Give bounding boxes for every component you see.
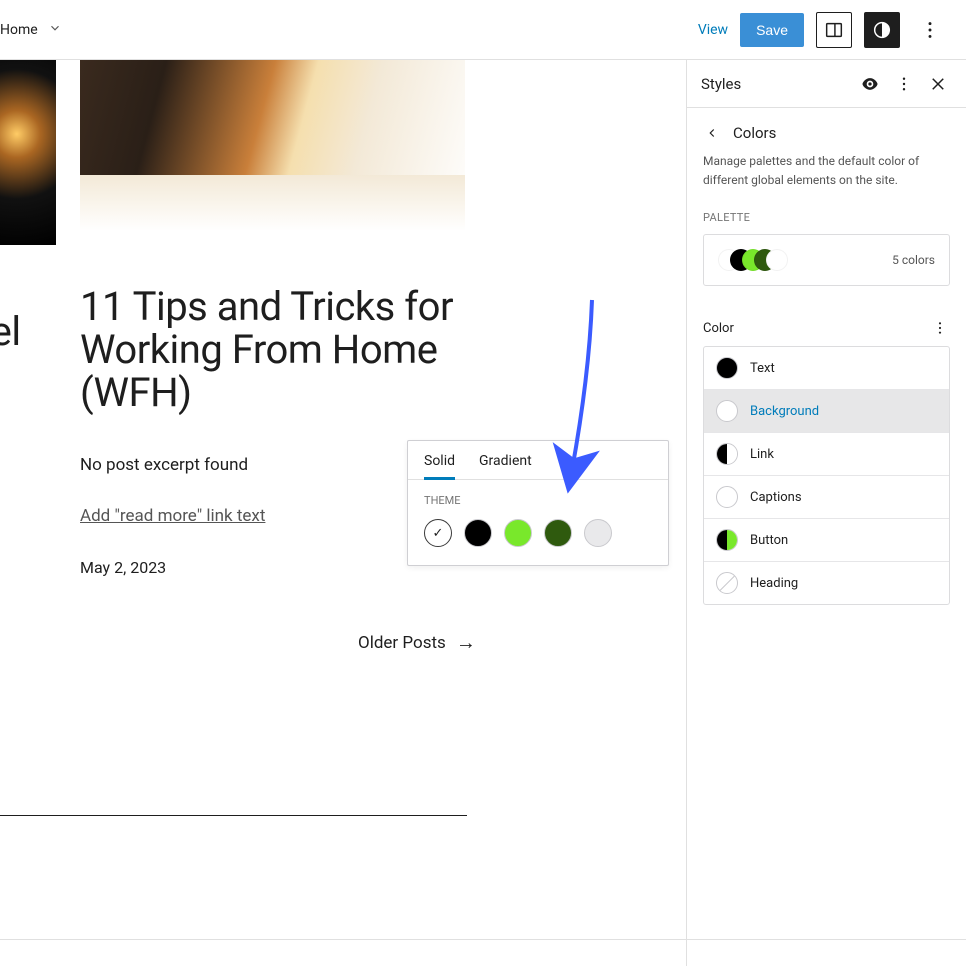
palette-label: PALETTE — [703, 211, 950, 224]
styles-more-menu[interactable] — [890, 70, 918, 98]
older-posts-label: Older Posts — [358, 633, 446, 653]
post-date: May 2, 2023 — [80, 558, 166, 577]
color-item-label: Link — [750, 447, 774, 462]
styles-title: Styles — [701, 75, 850, 93]
editor-canvas: vel 11 Tips and Tricks for Working From … — [0, 60, 686, 966]
swatch-black[interactable] — [464, 519, 492, 547]
chevron-down-icon[interactable] — [48, 21, 62, 39]
breadcrumb-home[interactable]: Home — [0, 22, 38, 38]
swatch-grey[interactable] — [584, 519, 612, 547]
view-link[interactable]: View — [698, 22, 728, 38]
swatch-icon — [716, 400, 738, 422]
swatch-dark-green[interactable] — [544, 519, 572, 547]
read-more-link[interactable]: Add "read more" link text — [80, 506, 265, 527]
styles-toggle-button[interactable] — [864, 12, 900, 48]
more-menu-button[interactable] — [912, 12, 948, 48]
older-posts-link[interactable]: Older Posts → — [358, 630, 476, 655]
color-item-link[interactable]: Link — [704, 433, 949, 476]
color-item-captions[interactable]: Captions — [704, 476, 949, 519]
palette-swatches — [718, 247, 788, 273]
color-item-text[interactable]: Text — [704, 347, 949, 390]
swatch-icon — [716, 486, 738, 508]
color-item-heading[interactable]: Heading — [704, 562, 949, 604]
swatch-white[interactable]: ✓ — [424, 519, 452, 547]
color-item-label: Captions — [750, 490, 802, 505]
topbar: Home View Save — [0, 0, 966, 60]
colors-description: Manage palettes and the default color of… — [703, 152, 950, 189]
styles-sidebar: Styles Colors Manage palettes and the de… — [686, 60, 966, 966]
post-image-right[interactable] — [80, 60, 465, 245]
swatch-icon — [716, 443, 738, 465]
color-item-label: Text — [750, 361, 775, 376]
palette-box[interactable]: 5 colors — [703, 234, 950, 286]
tab-gradient[interactable]: Gradient — [479, 441, 532, 479]
arrow-right-icon: → — [456, 630, 476, 655]
tab-solid[interactable]: Solid — [424, 441, 455, 479]
color-item-label: Button — [750, 533, 788, 548]
post-image-left[interactable] — [0, 60, 56, 245]
post-excerpt[interactable]: No post excerpt found — [80, 455, 248, 475]
swatch-icon — [716, 357, 738, 379]
viewport-bottom-border — [0, 939, 966, 940]
color-item-background[interactable]: Background — [704, 390, 949, 433]
swatch-icon — [716, 529, 738, 551]
color-item-label: Heading — [750, 576, 798, 591]
check-icon: ✓ — [433, 526, 444, 541]
topbar-right: View Save — [698, 12, 948, 48]
styles-header: Styles — [687, 60, 966, 108]
close-sidebar-button[interactable] — [924, 70, 952, 98]
color-section-menu[interactable] — [930, 318, 950, 338]
palette-count: 5 colors — [892, 253, 935, 267]
color-section-label: Color — [703, 321, 734, 336]
back-button[interactable] — [703, 124, 721, 142]
prev-post-title-fragment: vel — [0, 308, 21, 355]
swatch-icon — [716, 572, 738, 594]
color-item-label: Background — [750, 404, 819, 419]
post-title[interactable]: 11 Tips and Tricks for Working From Home… — [80, 285, 460, 415]
save-button[interactable]: Save — [740, 13, 804, 47]
swatch-green[interactable] — [504, 519, 532, 547]
panel-toggle-button[interactable] — [816, 12, 852, 48]
colors-title: Colors — [733, 124, 776, 142]
divider — [0, 815, 467, 816]
theme-label: THEME — [424, 494, 652, 507]
style-book-button[interactable] — [856, 70, 884, 98]
theme-swatches: ✓ — [424, 519, 652, 547]
topbar-left: Home — [0, 21, 62, 39]
color-picker-popover: Solid Gradient THEME ✓ — [407, 440, 669, 566]
color-list: Text Background Link Captions — [703, 346, 950, 605]
color-item-button[interactable]: Button — [704, 519, 949, 562]
color-picker-tabs: Solid Gradient — [408, 441, 668, 480]
